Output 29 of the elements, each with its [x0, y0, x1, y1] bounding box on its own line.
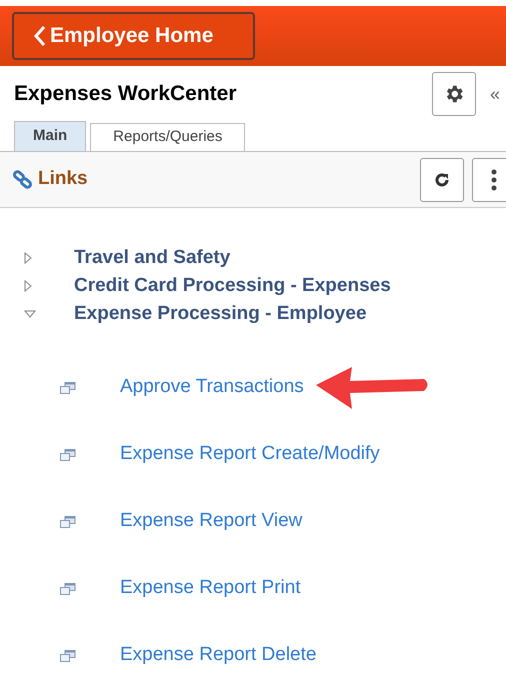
window-icon: [60, 448, 76, 460]
expand-triangle-icon[interactable]: [24, 252, 32, 264]
tree-link[interactable]: Expense Report Create/Modify: [120, 440, 380, 469]
expand-triangle-icon[interactable]: [24, 280, 32, 292]
refresh-button[interactable]: [420, 158, 464, 202]
chevron-left-icon: [34, 25, 46, 47]
settings-button[interactable]: [432, 72, 476, 116]
collapse-triangle-icon[interactable]: [24, 310, 36, 318]
window-icon: [60, 516, 76, 528]
window-icon: [60, 582, 76, 594]
more-icon: [491, 168, 497, 190]
links-title: Links: [38, 167, 88, 192]
window-icon: [60, 650, 76, 662]
window-icon: [60, 382, 76, 394]
workcenter-title: Expenses WorkCenter: [14, 81, 237, 108]
back-button[interactable]: Employee Home: [12, 12, 255, 60]
tree-link[interactable]: Expense Report View: [120, 507, 302, 536]
tree-folder-label[interactable]: Credit Card Processing - Expenses: [74, 272, 391, 300]
tab[interactable]: Main: [14, 121, 86, 151]
link-icon: [12, 170, 34, 190]
collapse-button[interactable]: «: [490, 80, 500, 108]
tree-link[interactable]: Approve Transactions: [120, 373, 304, 402]
tree-folder-label[interactable]: Expense Processing - Employee: [74, 300, 367, 328]
refresh-icon: [433, 170, 451, 188]
tree-link[interactable]: Expense Report Delete: [120, 641, 316, 670]
more-button[interactable]: [472, 158, 506, 202]
tree-folder-label[interactable]: Travel and Safety: [74, 244, 230, 272]
tree-link[interactable]: Expense Report Print: [120, 574, 301, 603]
tab[interactable]: Reports/Queries: [90, 123, 246, 151]
